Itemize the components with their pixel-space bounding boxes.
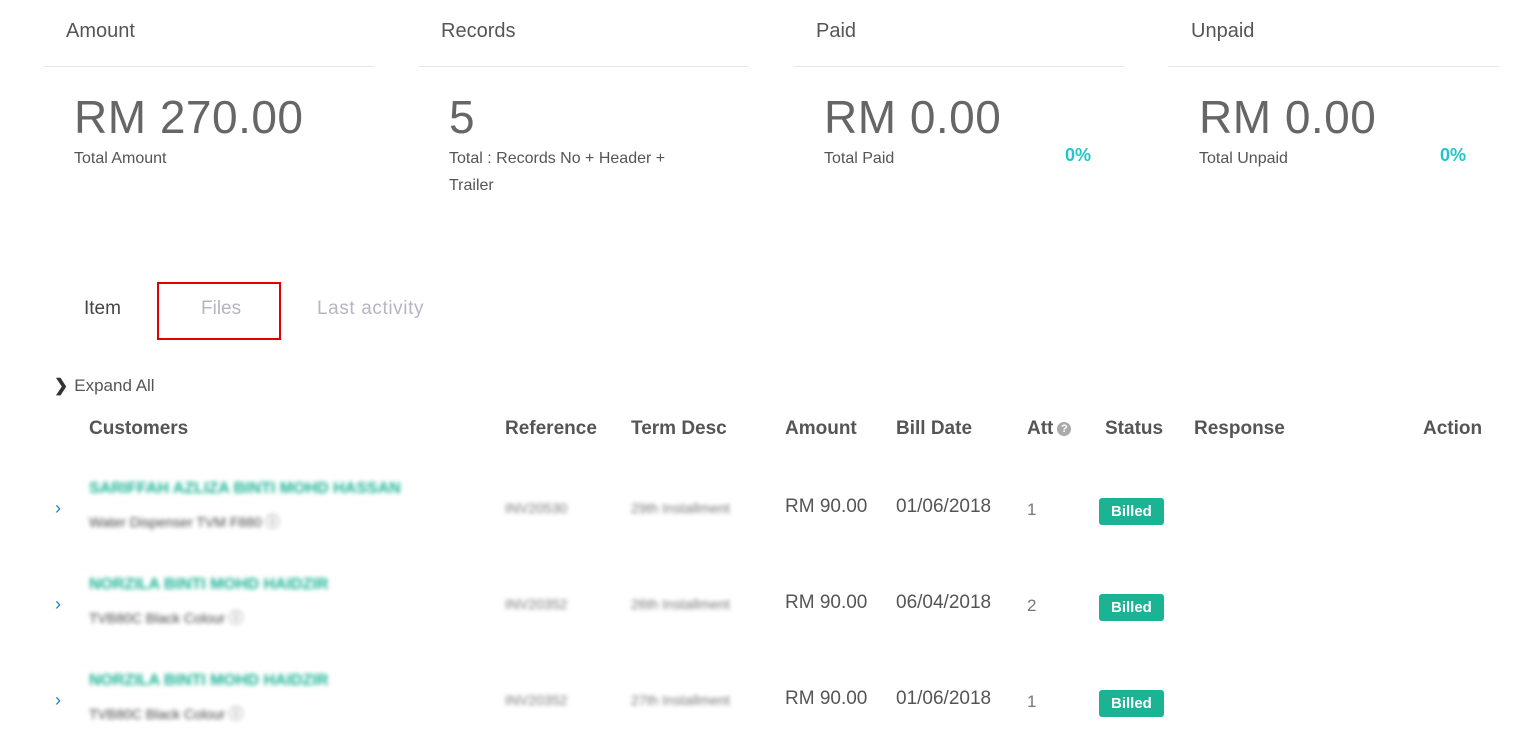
reference-cell: INV20352 [505, 596, 568, 612]
col-att-label: Att [1027, 418, 1054, 439]
status-badge: Billed [1099, 690, 1164, 717]
row-expand-chevron-icon[interactable]: › [55, 498, 61, 519]
term-desc-cell: 26th Installment [631, 596, 730, 612]
customer-item: Water Dispenser TVM F880 ⓘ [89, 514, 280, 530]
col-amount: Amount [785, 418, 857, 439]
term-desc-cell: 27th Installment [631, 692, 730, 708]
divider [419, 66, 748, 67]
card-unpaid: Unpaid RM 0.00 Total Unpaid 0% [1169, 0, 1499, 210]
amount-cell: RM 90.00 [785, 688, 868, 709]
paid-percent: 0% [1065, 145, 1092, 165]
customer-item: TVB80C Black Colour ⓘ [89, 706, 244, 722]
chevron-right-icon: ❯ [54, 376, 69, 395]
tab-files[interactable]: Files [201, 298, 241, 320]
customer-name-link[interactable]: SARIFFAH AZLIZA BINTI MOHD HASSAN [89, 480, 401, 498]
card-records: Records 5 Total : Records No + Header + … [419, 0, 748, 210]
unpaid-percent: 0% [1440, 145, 1467, 165]
card-value: RM 0.00 [824, 91, 1002, 143]
term-desc-cell: 29th Installment [631, 500, 730, 516]
row-expand-chevron-icon[interactable]: › [55, 690, 61, 711]
card-label: Total Amount [74, 150, 167, 167]
status-badge: Billed [1099, 498, 1164, 525]
card-value: RM 270.00 [74, 91, 304, 143]
divider [794, 66, 1124, 67]
card-paid: Paid RM 0.00 Total Paid 0% [794, 0, 1124, 210]
customer-name-link[interactable]: NORZILA BINTI MOHD HAIDZIR [89, 576, 328, 594]
card-title: Records [441, 20, 516, 42]
bill-date-cell: 01/06/2018 [896, 688, 992, 709]
card-label: Total : Records No + Header + Trailer [449, 150, 666, 194]
col-response: Response [1194, 418, 1285, 439]
col-att: Att? [1027, 418, 1072, 440]
att-cell[interactable]: 1 [1027, 500, 1036, 520]
row-expand-chevron-icon[interactable]: › [55, 594, 61, 615]
table-row: › NORZILA BINTI MOHD HAIDZIR TVB80C Blac… [0, 566, 1536, 662]
col-term-desc: Term Desc [631, 418, 727, 439]
amount-cell: RM 90.00 [785, 496, 868, 517]
att-cell[interactable]: 2 [1027, 596, 1036, 616]
bill-date-cell: 06/04/2018 [896, 592, 992, 613]
table-row: › SARIFFAH AZLIZA BINTI MOHD HASSAN Wate… [0, 470, 1536, 566]
col-customers: Customers [89, 418, 189, 439]
divider [44, 66, 374, 67]
card-label: Total Unpaid [1199, 150, 1288, 167]
att-cell[interactable]: 1 [1027, 692, 1036, 712]
reference-cell: INV20530 [505, 500, 568, 516]
card-label: Total Paid [824, 150, 895, 167]
divider [1169, 66, 1499, 67]
card-title: Amount [66, 20, 135, 42]
col-status: Status [1105, 418, 1164, 439]
col-action: Action [1423, 418, 1483, 439]
card-value: RM 0.00 [1199, 91, 1377, 143]
status-badge: Billed [1099, 594, 1164, 621]
card-title: Unpaid [1191, 20, 1255, 42]
amount-cell: RM 90.00 [785, 592, 868, 613]
col-bill-date: Bill Date [896, 418, 973, 439]
tab-last-activity[interactable]: Last activity [317, 298, 424, 320]
card-value: 5 [449, 91, 476, 143]
customer-item: TVB80C Black Colour ⓘ [89, 610, 244, 626]
help-icon[interactable]: ? [1057, 422, 1072, 436]
card-title: Paid [816, 20, 857, 42]
customer-name-link[interactable]: NORZILA BINTI MOHD HAIDZIR [89, 672, 328, 690]
bill-date-cell: 01/06/2018 [896, 496, 992, 517]
reference-cell: INV20352 [505, 692, 568, 708]
expand-all-link[interactable]: ❯ Expand All [54, 376, 155, 396]
card-amount: Amount RM 270.00 Total Amount [44, 0, 374, 210]
expand-all-label: Expand All [74, 376, 155, 395]
col-reference: Reference [505, 418, 597, 439]
tab-item[interactable]: Item [84, 298, 121, 320]
table-row: › NORZILA BINTI MOHD HAIDZIR TVB80C Blac… [0, 662, 1536, 754]
